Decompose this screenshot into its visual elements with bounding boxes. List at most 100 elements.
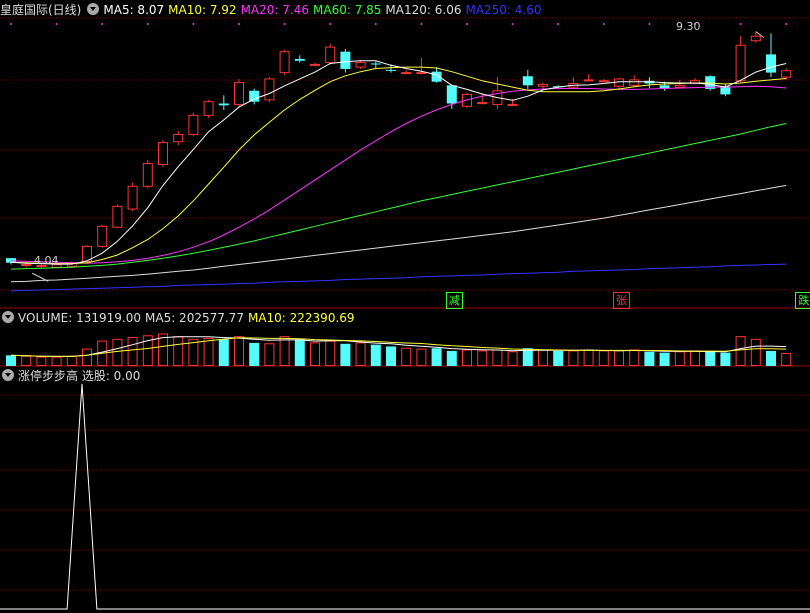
- candle-body: [401, 72, 412, 75]
- volume-ma5-label: MA5: 202577.77: [145, 311, 244, 325]
- marker-dot: [466, 23, 468, 25]
- candle-body: [355, 62, 366, 68]
- ma-label-4: MA120: 6.06: [385, 3, 462, 17]
- volume-bar: [127, 337, 138, 366]
- volume-bar: [355, 342, 366, 366]
- ma-label-1: MA10: 7.92: [168, 3, 237, 17]
- volume-bar: [386, 346, 396, 366]
- candle-body: [522, 76, 533, 86]
- candle-body: [340, 51, 351, 69]
- candle-body: [173, 133, 184, 143]
- candle-body: [431, 71, 442, 82]
- volume-bar: [112, 338, 123, 367]
- volume-bar: [507, 351, 518, 366]
- volume-bar: [735, 336, 746, 366]
- candle-body: [659, 85, 670, 89]
- ma5-line: [10, 60, 787, 265]
- volume-bar: [553, 350, 564, 366]
- chevron-down-icon[interactable]: [87, 3, 100, 15]
- candle-body: [112, 205, 123, 228]
- volume-bar: [598, 350, 609, 366]
- main-header: 皇庭国际(日线) MA5: 8.07 MA10: 7.92 MA20: 7.46 MA6…: [0, 2, 550, 18]
- volume-bar: [401, 347, 412, 367]
- volume-bar: [6, 355, 16, 366]
- volume-bar: [431, 348, 442, 366]
- marker-dot: [329, 23, 332, 25]
- candle-body: [264, 78, 275, 101]
- candle-body: [294, 58, 305, 61]
- volume-bar: [82, 348, 92, 367]
- candle-body: [142, 163, 153, 187]
- marker-dot: [101, 23, 104, 25]
- volume-bar: [36, 356, 47, 367]
- volume-bar: [234, 336, 244, 366]
- ma20-line: [10, 85, 787, 264]
- candle-body: [416, 72, 427, 75]
- ma-label-2: MA20: 7.46: [240, 3, 309, 17]
- low-price-label: 4.04: [34, 254, 59, 267]
- candle-body: [234, 82, 244, 105]
- marker-dot: [374, 23, 377, 25]
- candle-body: [97, 225, 108, 247]
- marker-dot: [10, 23, 12, 25]
- ma-legend: MA5: 8.07 MA10: 7.92 MA20: 7.46 MA60: 7.85 M…: [103, 3, 545, 17]
- candle-body: [781, 70, 792, 78]
- candle-body: [310, 63, 320, 66]
- candle-body: [370, 63, 381, 65]
- candle-body: [477, 102, 488, 105]
- volume-bar: [264, 343, 275, 366]
- volume-bar: [522, 348, 533, 366]
- chart-canvas: [0, 17, 810, 610]
- volume-bar: [416, 348, 427, 367]
- volume-bar: [690, 350, 700, 366]
- volume-bar: [766, 350, 776, 366]
- candle-body: [158, 142, 168, 165]
- volume-bar: [705, 350, 716, 366]
- candle-body: [674, 84, 685, 88]
- volume-bar: [21, 355, 32, 367]
- candle-body: [507, 103, 518, 106]
- volume-bar: [659, 352, 670, 366]
- volume-bar: [249, 342, 260, 366]
- volume-bar: [538, 349, 548, 366]
- candle-body: [127, 185, 138, 210]
- marker-dot: [192, 23, 195, 25]
- volume-bar: [568, 350, 579, 366]
- volume-label: VOLUME: 131919.00: [18, 311, 141, 325]
- marker-dot: [648, 23, 651, 25]
- candle-body: [188, 114, 199, 135]
- candle-body: [538, 83, 548, 87]
- marker-dot: [55, 23, 58, 25]
- marker-dot: [557, 23, 560, 25]
- ma-label-5: MA250: 4.60: [465, 3, 542, 17]
- candle-body: [386, 69, 396, 71]
- ma60-line: [10, 123, 787, 270]
- candle-body: [203, 101, 214, 116]
- chevron-down-icon[interactable]: [2, 369, 14, 381]
- candle-body: [446, 85, 457, 104]
- ma-label-3: MA60: 7.85: [313, 3, 382, 17]
- candle-body: [735, 44, 746, 82]
- marker-dot: [785, 23, 788, 25]
- volume-bar: [173, 336, 184, 366]
- volume-bar: [674, 351, 685, 366]
- candle-body: [629, 79, 640, 86]
- chevron-down-icon[interactable]: [2, 311, 14, 323]
- indicator-header: 涨停步步高 选股: 0.00: [0, 368, 144, 384]
- indicator-label: 涨停步步高 选股: 0.00: [18, 369, 141, 383]
- signal-badge: 减: [445, 292, 463, 309]
- volume-bar: [644, 351, 655, 366]
- candle-body: [598, 80, 609, 83]
- volume-bar: [629, 349, 640, 366]
- candle-body: [750, 35, 761, 42]
- volume-bar: [462, 349, 472, 366]
- volume-bar: [492, 349, 503, 366]
- volume-header: VOLUME: 131919.00 MA5: 202577.77 MA10: 222…: [0, 310, 359, 326]
- marker-dot: [283, 23, 286, 25]
- candle-body: [583, 79, 594, 82]
- ma120-line: [10, 184, 787, 283]
- candle-body: [325, 46, 336, 64]
- candle-body: [614, 78, 624, 87]
- marker-dot: [238, 23, 240, 25]
- volume-bar: [325, 340, 336, 367]
